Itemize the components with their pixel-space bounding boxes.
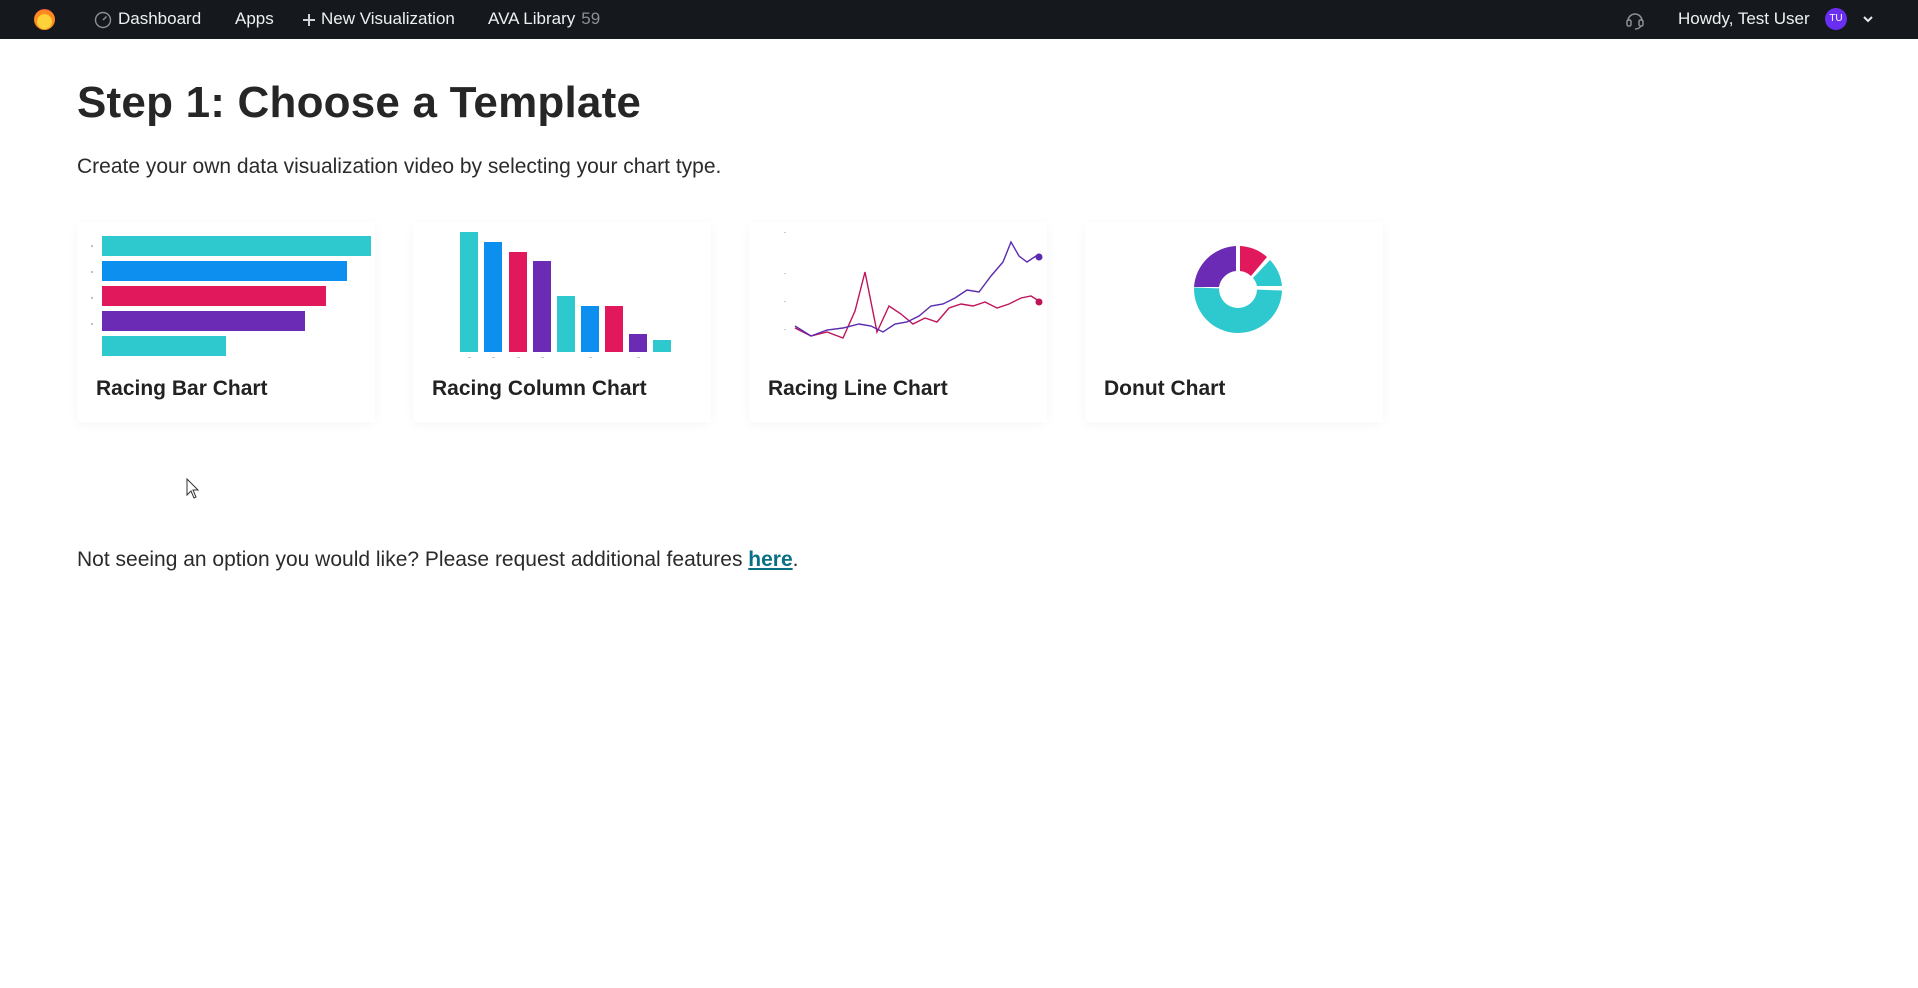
nav-apps-label: Apps bbox=[235, 9, 274, 28]
nav-dashboard[interactable]: Dashboard bbox=[94, 0, 201, 39]
racing-bar-thumbnail bbox=[91, 236, 371, 356]
mouse-pointer-icon bbox=[186, 478, 200, 499]
nav-ava-library[interactable]: AVA Library 59 bbox=[488, 0, 600, 39]
feature-request-note: Not seeing an option you would like? Ple… bbox=[77, 548, 798, 572]
template-card-racing-bar[interactable]: Racing Bar Chart bbox=[77, 222, 375, 422]
top-nav-bar: Dashboard Apps New Visualization AVA Lib… bbox=[0, 0, 1918, 39]
gauge-icon bbox=[94, 11, 112, 28]
support-headset-icon[interactable] bbox=[1624, 9, 1646, 31]
template-label: Donut Chart bbox=[1104, 377, 1226, 400]
template-label: Racing Line Chart bbox=[768, 377, 948, 400]
plus-icon bbox=[303, 13, 315, 26]
avatar[interactable]: TU bbox=[1825, 8, 1847, 30]
donut-thumbnail bbox=[1194, 246, 1283, 333]
nav-new-visualization[interactable]: New Visualization bbox=[302, 0, 455, 39]
page-subtitle: Create your own data visualization video… bbox=[77, 155, 722, 178]
template-card-racing-column[interactable]: Racing Column Chart bbox=[413, 222, 711, 422]
feature-request-period: . bbox=[792, 548, 799, 571]
nav-apps[interactable]: Apps bbox=[235, 0, 274, 39]
nav-ava-library-label: AVA Library bbox=[488, 9, 576, 28]
template-label: Racing Bar Chart bbox=[96, 377, 268, 400]
template-card-donut[interactable]: Donut Chart bbox=[1085, 222, 1383, 422]
app-logo[interactable] bbox=[34, 9, 55, 30]
feature-request-link[interactable]: here bbox=[748, 548, 792, 571]
feature-request-text: Not seeing an option you would like? Ple… bbox=[77, 548, 749, 571]
library-count-badge: 59 bbox=[581, 9, 601, 28]
nav-new-visualization-label: New Visualization bbox=[321, 9, 455, 28]
chevron-down-icon[interactable] bbox=[1860, 11, 1876, 27]
user-greeting[interactable]: Howdy, Test User bbox=[1678, 0, 1810, 39]
template-card-racing-line[interactable]: Racing Line Chart bbox=[749, 222, 1047, 422]
racing-line-thumbnail bbox=[784, 232, 1043, 339]
page-title: Step 1: Choose a Template bbox=[77, 78, 642, 127]
nav-dashboard-label: Dashboard bbox=[118, 9, 202, 28]
racing-column-thumbnail bbox=[460, 232, 671, 358]
template-label: Racing Column Chart bbox=[432, 377, 647, 400]
